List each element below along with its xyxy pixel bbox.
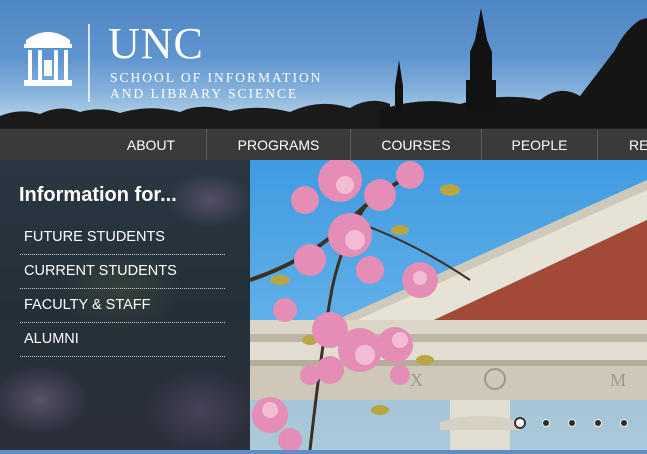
school-name[interactable]: SCHOOL OF INFORMATION AND LIBRARY SCIENC… (110, 70, 323, 102)
information-for-heading: Information for... (19, 184, 177, 206)
nav-about[interactable]: ABOUT (96, 129, 206, 161)
nav-research[interactable]: RE (598, 129, 647, 161)
old-well-logo-icon[interactable] (22, 26, 74, 88)
nav-people[interactable]: PEOPLE (482, 129, 597, 161)
slider-dot-3[interactable] (568, 419, 576, 427)
nav-courses[interactable]: COURSES (351, 129, 481, 161)
slider-dot-2[interactable] (542, 419, 550, 427)
slider-dot-1[interactable] (514, 417, 526, 429)
svg-text:M: M (610, 370, 626, 390)
site-header: UNC SCHOOL OF INFORMATION AND LIBRARY SC… (0, 0, 647, 128)
slider-dot-5[interactable] (620, 419, 628, 427)
hero-slide-image[interactable]: X M (250, 160, 647, 450)
information-for-panel: Information for... FUTURE STUDENTS CURRE… (0, 160, 250, 454)
audience-links: FUTURE STUDENTS CURRENT STUDENTS FACULTY… (20, 222, 225, 358)
slider-dot-4[interactable] (594, 419, 602, 427)
link-alumni[interactable]: ALUMNI (20, 324, 225, 357)
treeline-silhouette (0, 8, 647, 128)
link-future-students[interactable]: FUTURE STUDENTS (20, 222, 225, 255)
svg-text:X: X (410, 370, 423, 390)
school-name-line2: AND LIBRARY SCIENCE (110, 86, 299, 101)
bottom-accent-bar (0, 450, 647, 454)
logo-divider (88, 24, 90, 102)
unc-logo-text[interactable]: UNC (108, 22, 204, 66)
main-nav: ABOUT PROGRAMS COURSES PEOPLE RE (0, 128, 647, 162)
link-current-students[interactable]: CURRENT STUDENTS (20, 256, 225, 289)
school-name-line1: SCHOOL OF INFORMATION (110, 70, 323, 85)
campus-blossom-photo: X M (250, 160, 647, 450)
link-faculty-staff[interactable]: FACULTY & STAFF (20, 290, 225, 323)
nav-programs[interactable]: PROGRAMS (207, 129, 350, 161)
slider-pagination (510, 416, 647, 430)
